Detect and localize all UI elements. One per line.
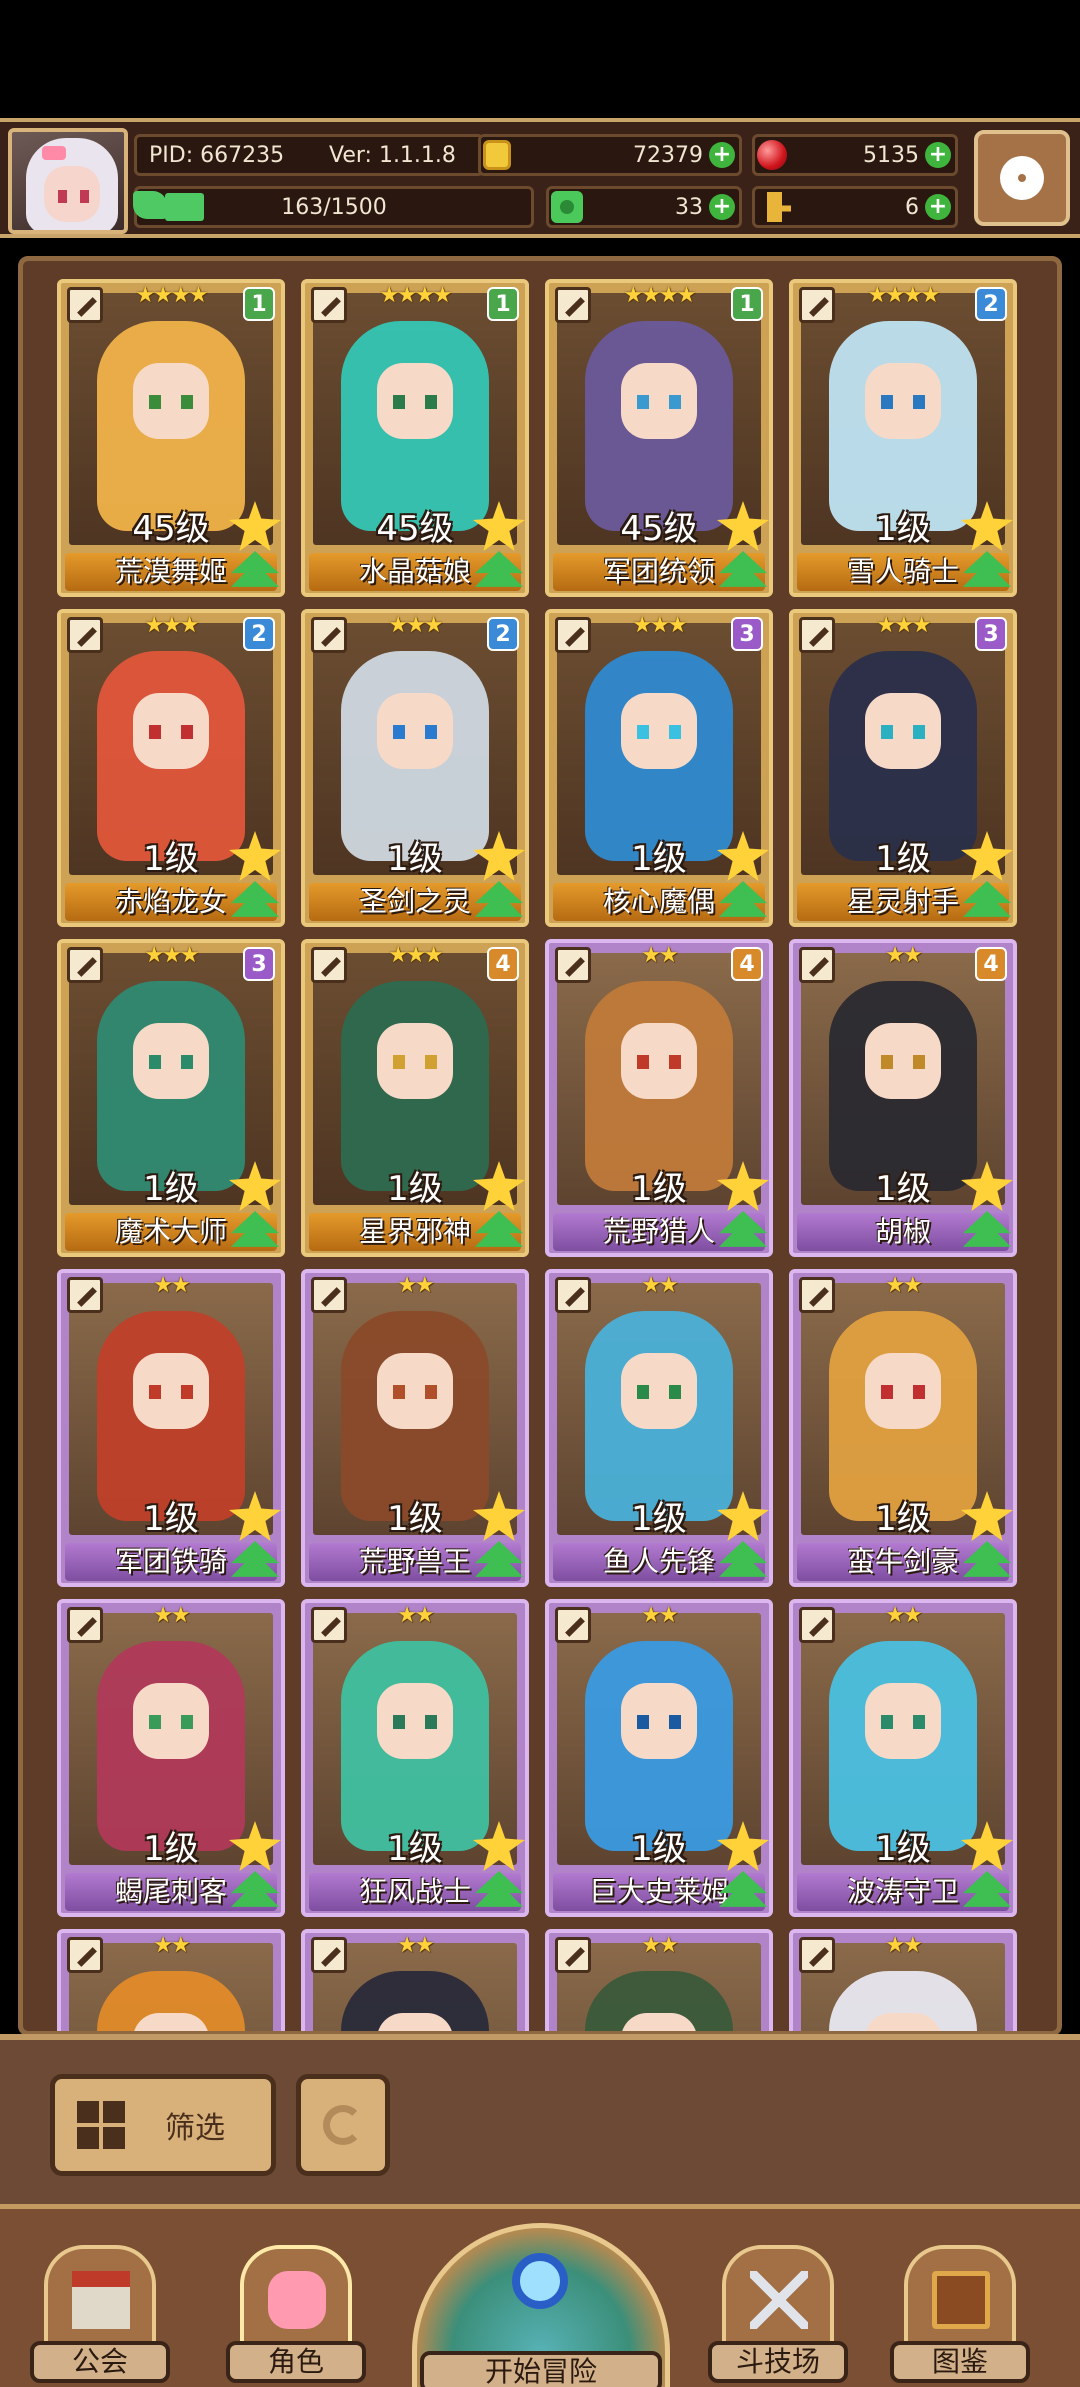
hero-card[interactable]: ★★ 4 1级 胡椒 bbox=[789, 939, 1017, 1257]
hero-card[interactable]: ★★★★ 1 45级 军团统领 bbox=[545, 279, 773, 597]
hero-rank-badge: 3 bbox=[731, 617, 763, 651]
gem-icon bbox=[757, 140, 787, 170]
crossed-swords-icon bbox=[750, 2271, 808, 2329]
nav-arena-label: 斗技场 bbox=[708, 2341, 848, 2383]
hero-rank-badge: 4 bbox=[487, 947, 519, 981]
hero-card[interactable]: ★★ 1级 鱼人先锋 bbox=[545, 1269, 773, 1587]
coin-bar: 72379 + bbox=[478, 134, 742, 176]
clover-bar: 33 + bbox=[546, 186, 742, 228]
hero-card[interactable]: ★★ bbox=[301, 1929, 529, 2031]
hero-card[interactable]: ★★★ 3 1级 魔术大师 bbox=[57, 939, 285, 1257]
hero-card[interactable]: ★★★★ 1 45级 荒漠舞姬 bbox=[57, 279, 285, 597]
hero-card[interactable]: ★★ 4 1级 荒野猎人 bbox=[545, 939, 773, 1257]
hero-card[interactable]: ★★★★ 2 1级 雪人骑士 bbox=[789, 279, 1017, 597]
hero-card[interactable]: ★★ 1级 军团铁骑 bbox=[57, 1269, 285, 1587]
magnifier-icon bbox=[512, 2253, 568, 2309]
filter-button[interactable]: 筛选 bbox=[50, 2074, 276, 2176]
rarity-stars: ★★ bbox=[885, 1933, 922, 1958]
hero-rank-badge: 1 bbox=[487, 287, 519, 321]
add-gems-button[interactable]: + bbox=[925, 142, 951, 168]
add-keys-button[interactable]: + bbox=[925, 194, 951, 220]
hero-card[interactable]: ★★ bbox=[57, 1929, 285, 2031]
hero-card[interactable]: ★★ 1级 荒野兽王 bbox=[301, 1269, 529, 1587]
rarity-stars: ★★ bbox=[153, 1273, 190, 1298]
filter-label: 筛选 bbox=[165, 2111, 225, 2146]
nav-character-label: 角色 bbox=[226, 2341, 366, 2383]
stamina-bar: 163/1500 bbox=[133, 186, 534, 228]
hero-card[interactable]: ★★ 1级 巨大史莱姆 bbox=[545, 1599, 773, 1917]
hero-rank-badge: 2 bbox=[975, 287, 1007, 321]
clover-icon bbox=[551, 191, 583, 223]
nav-guild[interactable]: 公会 bbox=[30, 2245, 170, 2385]
rarity-stars: ★★ bbox=[153, 1933, 190, 1958]
grid-icon bbox=[77, 2101, 125, 2149]
refresh-icon bbox=[323, 2105, 363, 2145]
info-bar: PID: 667235 Ver: 1.1.1.8 bbox=[134, 134, 484, 176]
hero-rank-badge: 1 bbox=[731, 287, 763, 321]
hero-card[interactable]: ★★ 1级 蛮牛剑豪 bbox=[789, 1269, 1017, 1587]
hero-card[interactable]: ★★★ 2 1级 赤焰龙女 bbox=[57, 609, 285, 927]
book-icon bbox=[932, 2271, 990, 2329]
hero-card[interactable]: ★★★ 3 1级 星灵射手 bbox=[789, 609, 1017, 927]
hero-rank-badge: 3 bbox=[975, 617, 1007, 651]
hero-card[interactable]: ★★ 1级 波涛守卫 bbox=[789, 1599, 1017, 1917]
rarity-stars: ★★ bbox=[641, 1603, 678, 1628]
rarity-stars: ★★ bbox=[397, 1273, 434, 1298]
rarity-stars: ★★ bbox=[885, 1273, 922, 1298]
refresh-button[interactable] bbox=[296, 2074, 390, 2176]
hero-rank-badge: 3 bbox=[243, 947, 275, 981]
hero-rank-badge: 2 bbox=[243, 617, 275, 651]
nav-codex-label: 图鉴 bbox=[890, 2341, 1030, 2383]
rarity-stars: ★★ bbox=[397, 1933, 434, 1958]
hero-card[interactable]: ★★★ 4 1级 星界邪神 bbox=[301, 939, 529, 1257]
add-clover-button[interactable]: + bbox=[709, 194, 735, 220]
rarity-stars: ★★ bbox=[397, 1603, 434, 1628]
nav-character[interactable]: 角色 bbox=[226, 2245, 366, 2385]
nav-arena[interactable]: 斗技场 bbox=[708, 2245, 848, 2385]
hero-card[interactable]: ★★★ 3 1级 核心魔偶 bbox=[545, 609, 773, 927]
hero-rank-badge: 2 bbox=[487, 617, 519, 651]
top-status-bar: PID: 667235 Ver: 1.1.1.8 72379 + 5135 + … bbox=[0, 118, 1080, 238]
nav-codex[interactable]: 图鉴 bbox=[890, 2245, 1030, 2385]
player-id: PID: 667235 bbox=[149, 142, 285, 168]
hero-card[interactable]: ★★★ 2 1级 圣剑之灵 bbox=[301, 609, 529, 927]
rarity-stars: ★★ bbox=[885, 1603, 922, 1628]
filter-bar: 筛选 bbox=[0, 2034, 1080, 2204]
guild-icon bbox=[72, 2271, 130, 2329]
rarity-stars: ★★ bbox=[641, 1933, 678, 1958]
key-icon bbox=[767, 192, 791, 222]
hero-card[interactable]: ★★ 1级 狂风战士 bbox=[301, 1599, 529, 1917]
rarity-stars: ★★ bbox=[641, 1273, 678, 1298]
key-amount: 6 bbox=[905, 194, 919, 220]
settings-button[interactable] bbox=[974, 130, 1070, 226]
gem-bar: 5135 + bbox=[752, 134, 958, 176]
hero-list-panel[interactable]: ★★★★ 1 45级 荒漠舞姬 ★★★★ 1 45级 水晶菇娘 ★★★★ 1 4… bbox=[18, 256, 1062, 2036]
key-bar: 6 + bbox=[752, 186, 958, 228]
hero-rank-badge: 4 bbox=[731, 947, 763, 981]
bottom-navigation: 公会 角色 开始冒险 斗技场 图鉴 bbox=[0, 2204, 1080, 2387]
hero-card[interactable]: ★★ bbox=[789, 1929, 1017, 2031]
character-icon bbox=[268, 2271, 326, 2329]
nav-adventure[interactable]: 开始冒险 bbox=[412, 2223, 670, 2387]
nav-adventure-label: 开始冒险 bbox=[420, 2351, 662, 2387]
add-coins-button[interactable]: + bbox=[709, 142, 735, 168]
rarity-stars: ★★ bbox=[153, 1603, 190, 1628]
gear-icon bbox=[1000, 156, 1044, 200]
nav-guild-label: 公会 bbox=[30, 2341, 170, 2383]
player-avatar[interactable] bbox=[8, 128, 128, 234]
hero-rank-badge: 4 bbox=[975, 947, 1007, 981]
stamina-text: 163/1500 bbox=[281, 195, 387, 220]
hero-rank-badge: 1 bbox=[243, 287, 275, 321]
hero-card[interactable]: ★★★★ 1 45级 水晶菇娘 bbox=[301, 279, 529, 597]
version-text: Ver: 1.1.1.8 bbox=[329, 142, 456, 168]
hero-card[interactable]: ★★ 1级 蝎尾刺客 bbox=[57, 1599, 285, 1917]
hero-card[interactable]: ★★ bbox=[545, 1929, 773, 2031]
gem-amount: 5135 bbox=[863, 142, 919, 168]
coin-icon bbox=[483, 140, 511, 170]
clover-amount: 33 bbox=[675, 194, 703, 220]
coin-amount: 72379 bbox=[633, 142, 703, 168]
